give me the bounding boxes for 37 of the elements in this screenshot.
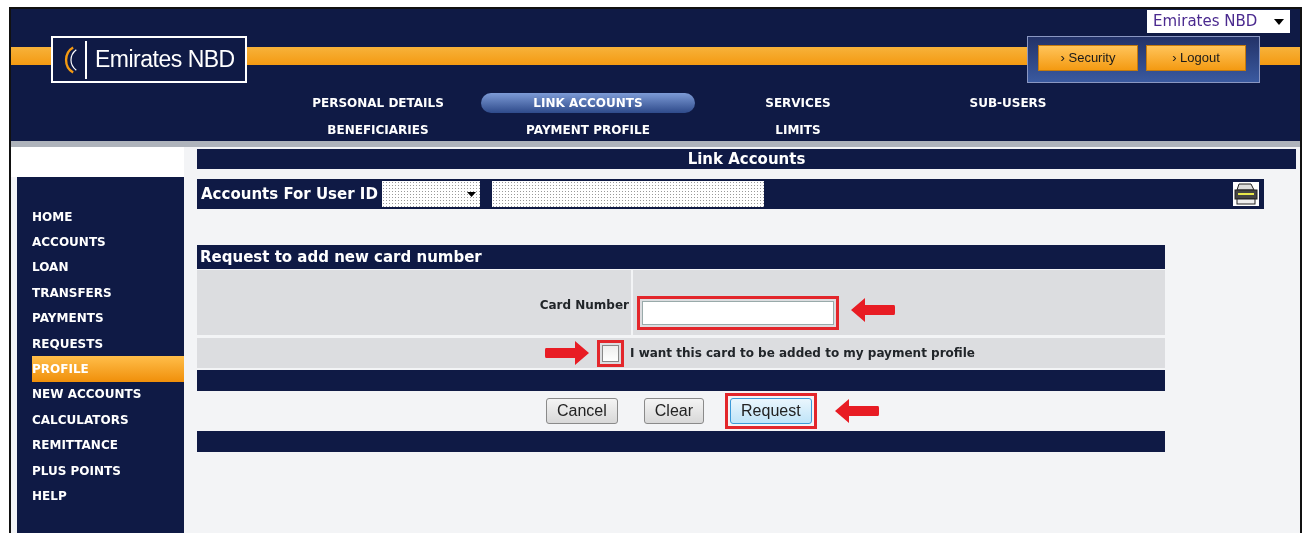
dropdown-caret-icon <box>1274 18 1284 25</box>
header-button[interactable]: › Security <box>1038 44 1138 71</box>
sidebar-item[interactable]: NEW ACCOUNTS <box>17 381 184 408</box>
dropdown-caret-icon <box>466 191 476 197</box>
printer-icon[interactable] <box>1232 181 1260 207</box>
form-button[interactable]: Clear <box>643 398 705 424</box>
page-title: Link Accounts <box>197 149 1296 169</box>
nav-tab[interactable]: LINK ACCOUNTS <box>481 93 695 113</box>
language-select[interactable]: Emirates NBD <box>1147 10 1290 33</box>
form-button[interactable]: Cancel <box>546 398 618 424</box>
sidebar-item[interactable]: TRANSFERS <box>17 280 184 306</box>
sidebar-item[interactable]: HELP <box>17 483 184 509</box>
nav-tab[interactable]: SUB-USERS <box>903 93 1113 113</box>
logo-text: Emirates NBD <box>95 45 235 75</box>
pointer-arrow <box>543 339 591 367</box>
form-button[interactable]: Request <box>730 398 812 424</box>
nav-tab[interactable]: BENEFICIARIES <box>273 120 483 140</box>
nav-tab[interactable]: SERVICES <box>693 93 903 113</box>
pointer-arrow <box>849 296 897 324</box>
card-number-label: Card Number <box>197 270 633 335</box>
sidebar-item[interactable]: HOME <box>17 204 184 230</box>
checkbox-label: I want this card to be added to my payment profile <box>630 345 975 362</box>
header-button[interactable]: › Logout <box>1146 44 1246 71</box>
user-id-select[interactable] <box>381 181 480 207</box>
form-title: Request to add new card number <box>197 245 1165 269</box>
sidebar-item[interactable]: REMITTANCE <box>17 432 184 458</box>
sidebar-item[interactable]: LOAN <box>17 254 184 281</box>
sidebar-item[interactable]: CALCULATORS <box>17 407 184 433</box>
nav-tab[interactable]: PAYMENT PROFILE <box>483 120 693 140</box>
nav-tab[interactable]: LIMITS <box>693 120 903 140</box>
nav-tab[interactable]: PERSONAL DETAILS <box>273 93 483 113</box>
accounts-label: Accounts For User ID <box>201 183 378 205</box>
checkbox[interactable] <box>602 344 619 362</box>
sidebar-item[interactable]: PLUS POINTS <box>17 457 184 484</box>
sidebar-item[interactable]: ACCOUNTS <box>17 229 184 255</box>
sidebar-item[interactable]: REQUESTS <box>17 330 184 357</box>
sidebar-item[interactable]: PAYMENTS <box>17 305 184 331</box>
